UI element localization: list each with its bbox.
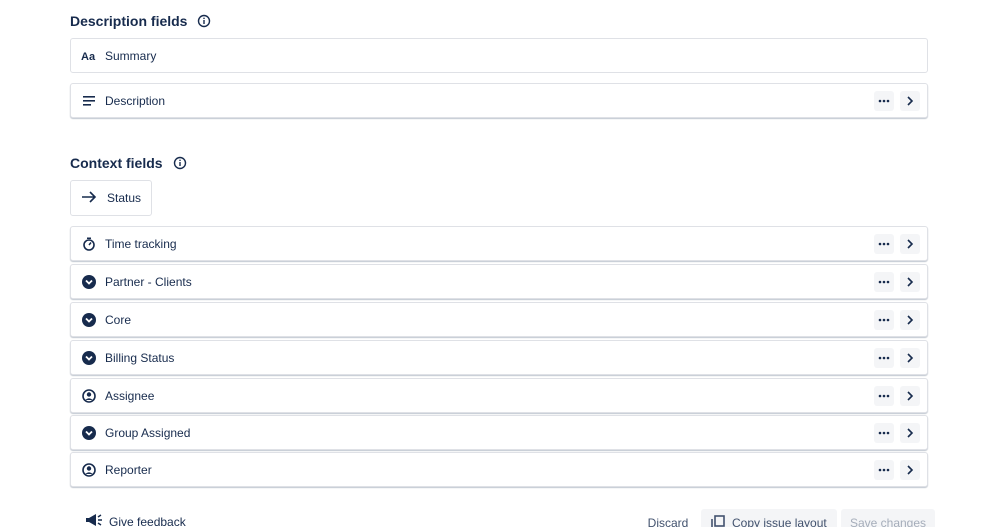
field-label: Description: [105, 93, 166, 108]
field-core[interactable]: Core: [70, 302, 928, 337]
more-options-button[interactable]: [874, 309, 894, 330]
copy-issue-layout-label: Copy issue layout: [732, 516, 827, 527]
expand-button[interactable]: [900, 459, 920, 480]
more-icon: [878, 468, 890, 471]
svg-text:Aa: Aa: [81, 51, 96, 62]
field-reporter[interactable]: Reporter: [70, 452, 928, 487]
more-options-button[interactable]: [874, 422, 894, 443]
field-label: Group Assigned: [105, 425, 191, 440]
field-label: Billing Status: [105, 350, 175, 365]
chevron-right-icon: [907, 276, 914, 287]
more-icon: [878, 280, 890, 283]
expand-button[interactable]: [900, 271, 920, 292]
context-fields-header: Context fields: [70, 153, 187, 173]
discard-button[interactable]: Discard: [640, 509, 696, 527]
more-options-button[interactable]: [874, 90, 894, 111]
more-options-button[interactable]: [874, 459, 894, 480]
save-changes-button[interactable]: Save changes: [841, 509, 935, 527]
arrow-right-icon: [81, 190, 97, 206]
field-summary[interactable]: Aa Summary: [70, 38, 928, 73]
megaphone-icon: [85, 513, 103, 527]
info-icon[interactable]: [197, 14, 211, 28]
field-billing-status[interactable]: Billing Status: [70, 340, 928, 375]
expand-button[interactable]: [900, 90, 920, 111]
field-label: Assignee: [105, 388, 155, 403]
more-options-button[interactable]: [874, 385, 894, 406]
info-icon[interactable]: [173, 156, 187, 170]
more-options-button[interactable]: [874, 233, 894, 254]
chevron-right-icon: [907, 352, 914, 363]
expand-button[interactable]: [900, 347, 920, 368]
more-icon: [878, 431, 890, 434]
field-partner-clients[interactable]: Partner - Clients: [70, 264, 928, 299]
chevron-right-icon: [907, 427, 914, 438]
field-description[interactable]: Description: [70, 83, 928, 118]
user-circle-icon: [81, 388, 97, 404]
field-label: Partner - Clients: [105, 274, 192, 289]
give-feedback-link[interactable]: Give feedback: [85, 513, 186, 527]
more-icon: [878, 394, 890, 397]
field-label: Core: [105, 312, 132, 327]
field-label: Status: [107, 191, 142, 205]
field-label: Summary: [105, 48, 157, 63]
dropdown-circle-icon: [81, 274, 97, 290]
text-type-icon: Aa: [81, 48, 97, 64]
description-fields-header: Description fields: [70, 11, 211, 31]
field-assignee[interactable]: Assignee: [70, 378, 928, 413]
field-group-assigned[interactable]: Group Assigned: [70, 415, 928, 450]
chevron-right-icon: [907, 464, 914, 475]
copy-icon: [711, 514, 725, 527]
copy-issue-layout-button[interactable]: Copy issue layout: [701, 509, 837, 527]
field-label: Reporter: [105, 462, 152, 477]
chevron-right-icon: [907, 95, 914, 106]
more-icon: [878, 318, 890, 321]
chevron-right-icon: [907, 390, 914, 401]
user-circle-icon: [81, 462, 97, 478]
expand-button[interactable]: [900, 385, 920, 406]
more-options-button[interactable]: [874, 347, 894, 368]
expand-button[interactable]: [900, 422, 920, 443]
give-feedback-label: Give feedback: [109, 514, 186, 527]
stopwatch-icon: [81, 236, 97, 252]
chevron-right-icon: [907, 314, 914, 325]
expand-button[interactable]: [900, 233, 920, 254]
description-fields-title: Description fields: [70, 13, 188, 29]
paragraph-icon: [81, 93, 97, 109]
chevron-right-icon: [907, 238, 914, 249]
more-icon: [878, 356, 890, 359]
field-time-tracking[interactable]: Time tracking: [70, 226, 928, 261]
more-options-button[interactable]: [874, 271, 894, 292]
dropdown-circle-icon: [81, 350, 97, 366]
more-icon: [878, 242, 890, 245]
field-label: Time tracking: [105, 236, 177, 251]
field-status[interactable]: Status: [70, 180, 152, 216]
dropdown-circle-icon: [81, 425, 97, 441]
expand-button[interactable]: [900, 309, 920, 330]
more-icon: [878, 99, 890, 102]
dropdown-circle-icon: [81, 312, 97, 328]
context-fields-title: Context fields: [70, 155, 163, 171]
